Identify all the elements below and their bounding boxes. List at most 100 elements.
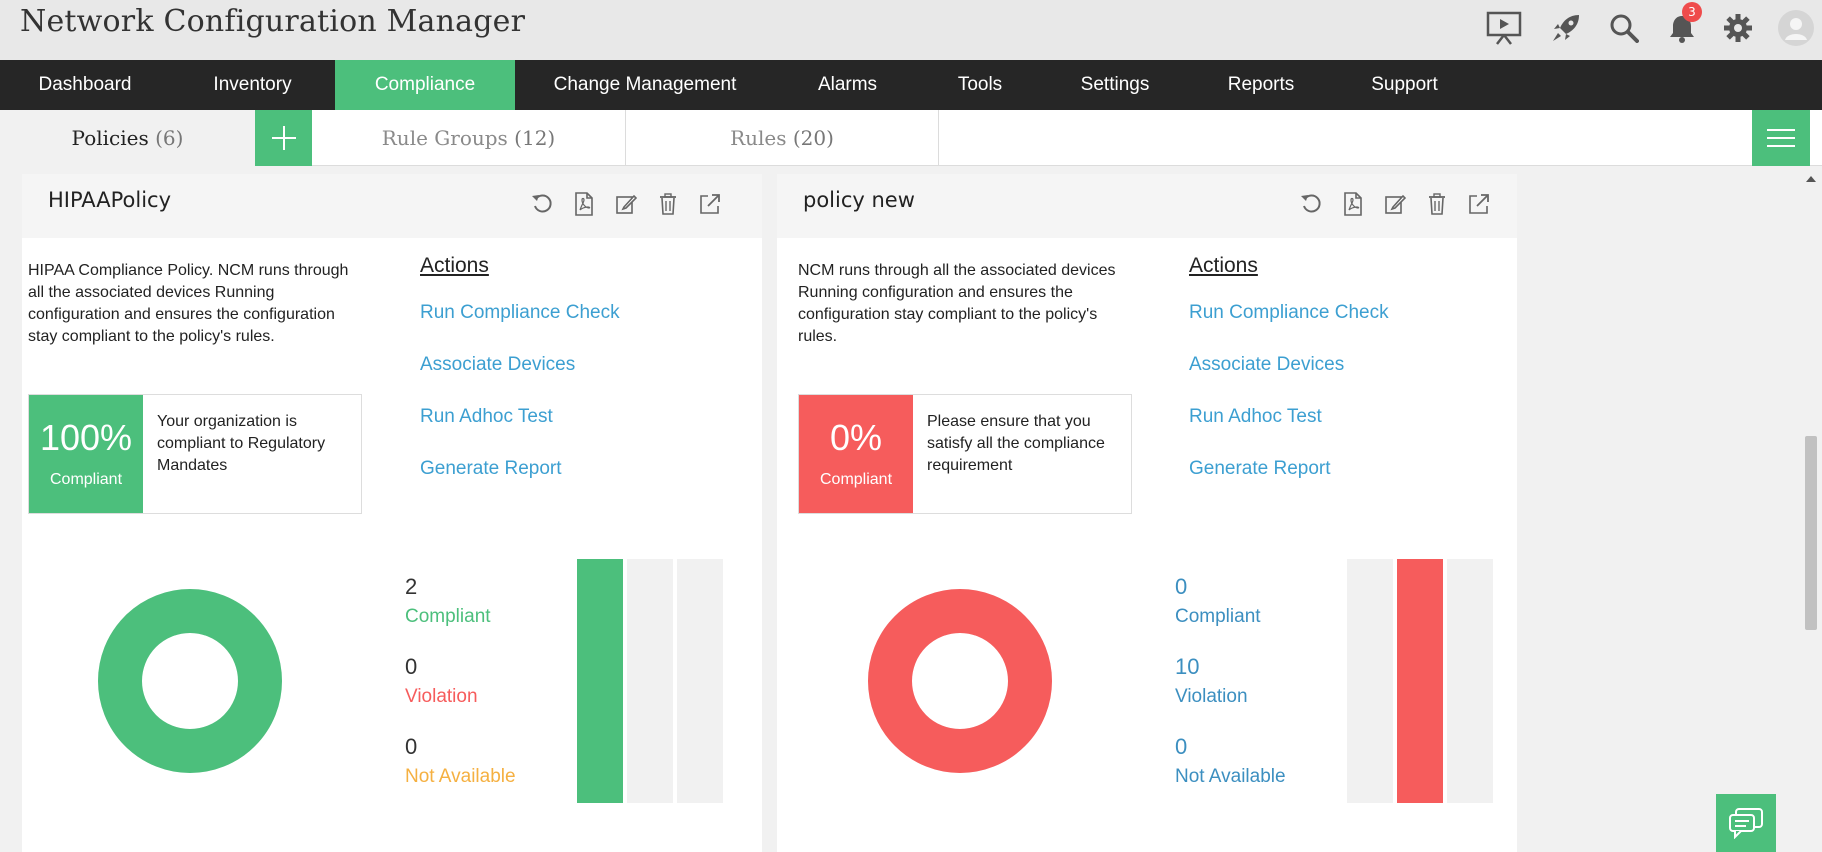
associate-devices-link[interactable]: Associate Devices bbox=[1189, 354, 1344, 376]
refresh-icon[interactable] bbox=[528, 190, 556, 218]
run-compliance-check-link[interactable]: Run Compliance Check bbox=[1189, 302, 1389, 324]
tab-policies-label: Policies bbox=[71, 126, 149, 150]
policy-description: HIPAA Compliance Policy. NCM runs throug… bbox=[28, 262, 349, 345]
gear-icon[interactable] bbox=[1716, 6, 1760, 50]
not-available-count: 0 bbox=[1175, 734, 1188, 759]
delete-icon[interactable] bbox=[1423, 190, 1451, 218]
compliant-bar bbox=[577, 559, 623, 803]
policy-card: HIPAAPolicy HIPAA Compliance Policy. NCM… bbox=[22, 174, 762, 852]
hamburger-icon bbox=[1767, 129, 1795, 147]
external-link-icon[interactable] bbox=[696, 190, 724, 218]
violation-count: 10 bbox=[1175, 654, 1200, 679]
policy-title: policy new bbox=[803, 188, 915, 212]
compliant-bar bbox=[1347, 559, 1393, 803]
compliant-bar-fill bbox=[577, 559, 623, 803]
compliant-count: 0 bbox=[1175, 574, 1188, 599]
violation-bar bbox=[627, 559, 673, 803]
compliance-percent: 0% bbox=[829, 417, 883, 458]
tab-policies-count: (6) bbox=[155, 126, 184, 150]
chat-button[interactable] bbox=[1716, 794, 1776, 852]
run-adhoc-test-link[interactable]: Run Adhoc Test bbox=[420, 406, 553, 428]
policy-title: HIPAAPolicy bbox=[48, 188, 172, 212]
tab-divider bbox=[938, 110, 939, 166]
nav-dashboard[interactable]: Dashboard bbox=[0, 60, 170, 110]
violation-bar-fill bbox=[1397, 559, 1443, 803]
menu-button[interactable] bbox=[1752, 110, 1810, 166]
bell-icon[interactable]: 3 bbox=[1660, 2, 1704, 50]
run-adhoc-test-link[interactable]: Run Adhoc Test bbox=[1189, 406, 1322, 428]
delete-icon[interactable] bbox=[654, 190, 682, 218]
compliance-percent: 100% bbox=[39, 417, 133, 458]
not-available-bar bbox=[677, 559, 723, 803]
plus-icon bbox=[271, 126, 296, 150]
sub-nav: Policies (6) Rule Groups (12) Rules (20) bbox=[0, 110, 1822, 166]
nav-support[interactable]: Support bbox=[1332, 60, 1477, 110]
not-available-count: 0 bbox=[405, 734, 418, 759]
tab-rules-count: (20) bbox=[792, 126, 834, 150]
nav-compliance[interactable]: Compliance bbox=[335, 60, 515, 110]
tab-rule-groups[interactable]: Rule Groups (12) bbox=[312, 110, 625, 166]
search-icon[interactable] bbox=[1602, 6, 1646, 50]
nav-alarms[interactable]: Alarms bbox=[775, 60, 920, 110]
nav-settings[interactable]: Settings bbox=[1040, 60, 1190, 110]
compliance-donut-chart bbox=[868, 589, 1052, 773]
compliant-count: 2 bbox=[405, 574, 418, 599]
scrollbar-thumb[interactable] bbox=[1805, 436, 1817, 630]
not-available-label: Not Available bbox=[1175, 766, 1286, 787]
compliance-score-box: 0% Compliant Please ensure that you sati… bbox=[798, 394, 1132, 514]
violation-slice bbox=[868, 589, 1052, 773]
compliance-donut-chart bbox=[98, 589, 282, 773]
pdf-icon[interactable] bbox=[570, 190, 598, 218]
tab-rules-label: Rules bbox=[730, 126, 787, 150]
nav-reports[interactable]: Reports bbox=[1190, 60, 1332, 110]
compliance-message: Please ensure that you satisfy all the c… bbox=[927, 413, 1105, 474]
actions-title: Actions bbox=[420, 254, 489, 277]
policy-description: NCM runs through all the associated devi… bbox=[798, 262, 1116, 345]
policy-card-header: HIPAAPolicy bbox=[22, 174, 762, 238]
compliance-label: Compliant bbox=[819, 471, 893, 488]
compliant-slice bbox=[98, 589, 282, 773]
actions-title: Actions bbox=[1189, 254, 1258, 277]
run-compliance-check-link[interactable]: Run Compliance Check bbox=[420, 302, 620, 324]
tab-rules[interactable]: Rules (20) bbox=[626, 110, 938, 166]
pdf-icon[interactable] bbox=[1339, 190, 1367, 218]
tab-policies[interactable]: Policies (6) bbox=[0, 110, 255, 166]
not-available-bar bbox=[1447, 559, 1493, 803]
external-link-icon[interactable] bbox=[1465, 190, 1493, 218]
edit-icon[interactable] bbox=[612, 190, 640, 218]
presentation-icon[interactable] bbox=[1482, 6, 1526, 50]
compliance-label: Compliant bbox=[49, 471, 123, 488]
avatar-icon[interactable] bbox=[1774, 6, 1818, 50]
app-title: Network Configuration Manager bbox=[20, 4, 526, 39]
edit-icon[interactable] bbox=[1381, 190, 1409, 218]
compliance-score: 100% Compliant bbox=[29, 395, 143, 513]
tab-rule-groups-count: (12) bbox=[514, 126, 556, 150]
generate-report-link[interactable]: Generate Report bbox=[1189, 458, 1331, 480]
app-header: Network Configuration Manager 3 bbox=[0, 0, 1822, 60]
compliance-message: Your organization is compliant to Regula… bbox=[157, 413, 326, 474]
compliance-score-box: 100% Compliant Your organization is comp… bbox=[28, 394, 362, 514]
policy-card: policy new NCM runs through all the asso… bbox=[777, 174, 1517, 852]
policy-card-header: policy new bbox=[777, 174, 1517, 238]
compliance-score: 0% Compliant bbox=[799, 395, 913, 513]
nav-inventory[interactable]: Inventory bbox=[170, 60, 335, 110]
main-nav: Dashboard Inventory Compliance Change Ma… bbox=[0, 60, 1822, 110]
add-policy-button[interactable] bbox=[255, 110, 312, 166]
compliant-label: Compliant bbox=[1175, 606, 1261, 627]
rocket-icon[interactable] bbox=[1544, 6, 1588, 50]
violation-count: 0 bbox=[405, 654, 418, 679]
nav-tools[interactable]: Tools bbox=[920, 60, 1040, 110]
tab-rule-groups-label: Rule Groups bbox=[381, 126, 508, 150]
nav-change-management[interactable]: Change Management bbox=[515, 60, 775, 110]
violation-label: Violation bbox=[1175, 686, 1248, 707]
not-available-label: Not Available bbox=[405, 766, 516, 787]
violation-label: Violation bbox=[405, 686, 478, 707]
chat-icon bbox=[1729, 808, 1763, 839]
refresh-icon[interactable] bbox=[1297, 190, 1325, 218]
notification-badge: 3 bbox=[1682, 2, 1702, 22]
violation-bar bbox=[1397, 559, 1443, 803]
scroll-up-arrow-icon[interactable] bbox=[1806, 176, 1816, 182]
generate-report-link[interactable]: Generate Report bbox=[420, 458, 562, 480]
associate-devices-link[interactable]: Associate Devices bbox=[420, 354, 575, 376]
compliant-label: Compliant bbox=[405, 606, 491, 627]
